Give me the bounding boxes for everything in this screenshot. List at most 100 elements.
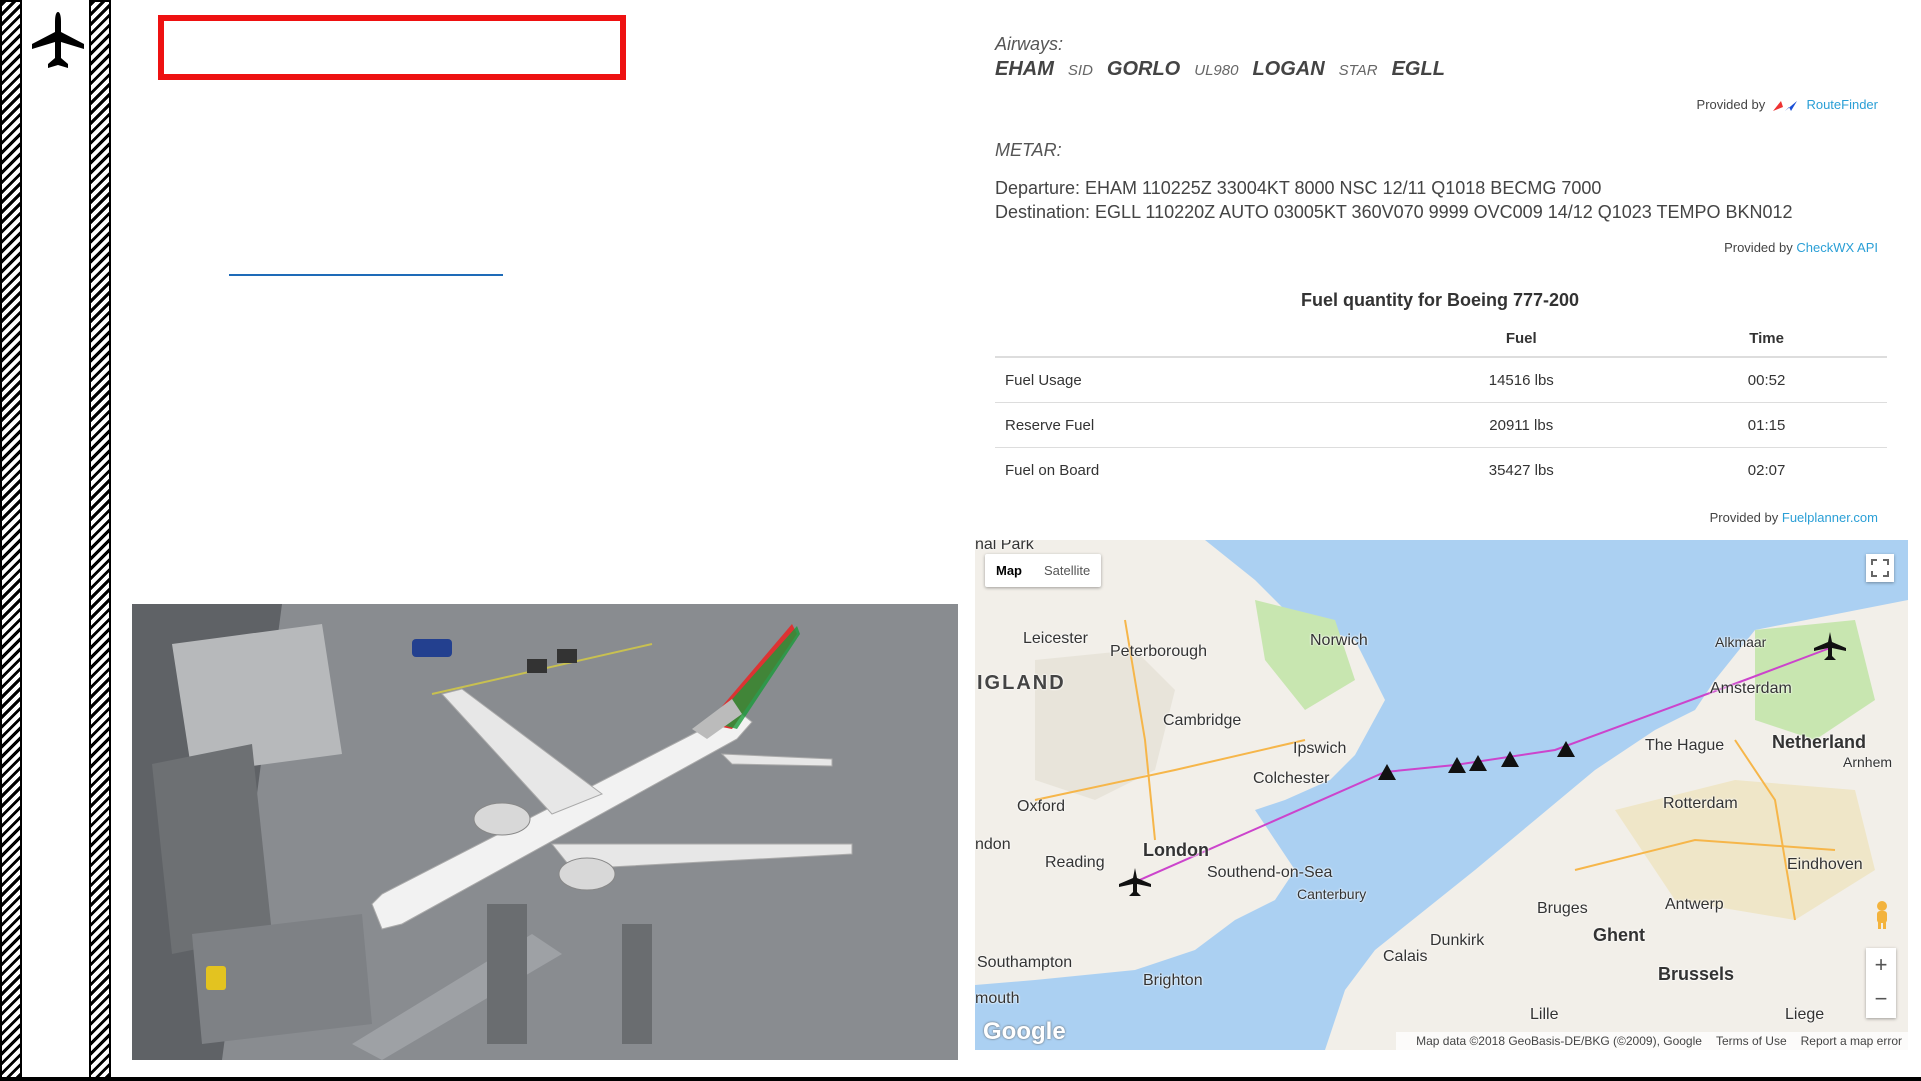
title-input-box[interactable] xyxy=(158,15,626,80)
zoom-control: + − xyxy=(1866,948,1896,1018)
map-city-label: Southampton xyxy=(977,954,1073,971)
fuelplanner-link[interactable]: Fuelplanner.com xyxy=(1782,510,1878,525)
metar-label: METAR: xyxy=(995,140,1062,160)
aircraft-icon[interactable] xyxy=(1814,632,1846,660)
fuel-row-time: 00:52 xyxy=(1646,357,1887,403)
map-city-label: Arnhem xyxy=(1843,754,1893,770)
map-city-label: London xyxy=(1143,840,1209,860)
fuel-table-header: Fuel Time xyxy=(995,320,1887,358)
flight-info-panel: Airways: EHAM SID GORLO UL980 LOGAN STAR EGLL … xyxy=(975,20,1908,540)
airplane-icon xyxy=(32,12,84,68)
map-terms-link[interactable]: Terms of Use xyxy=(1716,1034,1787,1048)
map-city-label: Leicester xyxy=(1023,630,1088,647)
map-city-label: Ghent xyxy=(1593,925,1645,945)
fuel-row-amount: 20911 lbs xyxy=(1396,402,1647,448)
map-attribution: Map data ©2018 GeoBasis-DE/BKG (©2009), … xyxy=(1416,1034,1702,1048)
map-city-label: Lille xyxy=(1530,1006,1559,1023)
right-hatched-border xyxy=(89,0,111,1081)
fullscreen-icon xyxy=(1871,559,1889,577)
airways-route: EHAM SID GORLO UL980 LOGAN STAR EGLL xyxy=(995,58,1459,81)
map-city-label: Bruges xyxy=(1537,900,1588,917)
routefinder-credit: Provided by RouteFinder xyxy=(1697,97,1878,113)
waypoint-triangle-icon[interactable] xyxy=(1448,757,1466,773)
metar-destination: Destination: EGLL 110220Z AUTO 03005KT 3… xyxy=(995,202,1793,222)
map-city-label: Amsterdam xyxy=(1710,680,1792,697)
table-row: Fuel on Board 35427 lbs 02:07 xyxy=(995,448,1887,493)
map-city-label: Alkmaar xyxy=(1715,634,1767,650)
map-city-label: Brighton xyxy=(1143,972,1203,989)
provided-by-text: Provided by xyxy=(1696,97,1766,112)
pegman-icon[interactable] xyxy=(1872,900,1892,930)
map-city-label: Ipswich xyxy=(1293,740,1347,757)
fuel-header-fuel: Fuel xyxy=(1396,320,1647,358)
provided-by-text: Provided by xyxy=(1724,240,1793,255)
fullscreen-button[interactable] xyxy=(1866,554,1894,582)
fuel-row-time: 01:15 xyxy=(1646,402,1887,448)
map-city-label: Canterbury xyxy=(1297,886,1367,902)
fuel-header-label xyxy=(995,320,1397,358)
map-city-label: Cambridge xyxy=(1163,712,1242,729)
map-city-label: ndon xyxy=(975,836,1011,853)
provided-by-text: Provided by xyxy=(1709,510,1779,525)
metar-departure: Departure: EHAM 110225Z 33004KT 8000 NSC… xyxy=(995,178,1602,198)
fuelplanner-credit: Provided by Fuelplanner.com xyxy=(1710,510,1878,525)
route-waypoint: EGLL xyxy=(1391,58,1445,80)
map-city-label: Colchester xyxy=(1253,770,1330,787)
map-city-label: mouth xyxy=(975,990,1020,1007)
aircraft-icon[interactable] xyxy=(1119,868,1151,896)
fuel-row-label: Fuel Usage xyxy=(995,357,1397,403)
map-city-label: Calais xyxy=(1383,948,1428,965)
aircraft-photo xyxy=(132,604,958,1060)
route-overlay xyxy=(1119,632,1846,896)
route-map[interactable]: nal Park Leicester Peterborough Norwich … xyxy=(975,540,1908,1050)
route-airway: STAR xyxy=(1338,62,1378,79)
waypoint-triangle-icon[interactable] xyxy=(1469,755,1487,771)
map-city-label: IGLAND xyxy=(977,672,1066,694)
table-row: Fuel Usage 14516 lbs 00:52 xyxy=(995,357,1887,403)
table-row: Reserve Fuel 20911 lbs 01:15 xyxy=(995,402,1887,448)
fuel-header-time: Time xyxy=(1646,320,1887,358)
routefinder-logo-icon xyxy=(1772,100,1797,111)
map-city-label: nal Park xyxy=(975,540,1034,553)
zoom-in-button[interactable]: + xyxy=(1866,948,1896,982)
routefinder-link[interactable]: RouteFinder xyxy=(1806,97,1878,112)
fuel-row-time: 02:07 xyxy=(1747,461,1786,479)
zoom-out-button[interactable]: − xyxy=(1866,982,1896,1016)
airways-label: Airways: xyxy=(995,34,1064,54)
aircraft-photo-drawing xyxy=(132,604,958,1060)
map-city-label: Antwerp xyxy=(1665,896,1724,913)
map-city-label: Oxford xyxy=(1017,798,1066,815)
route-waypoint: EHAM xyxy=(995,58,1054,80)
tab-map[interactable]: Map xyxy=(985,554,1033,587)
map-city-label: Dunkirk xyxy=(1430,932,1485,949)
fuel-table: Fuel Time Fuel Usage 14516 lbs 00:52 Res… xyxy=(995,320,1887,492)
map-type-tabs: Map Satellite xyxy=(985,554,1102,587)
fuel-row-amount: 14516 lbs xyxy=(1396,357,1647,403)
link-underline[interactable] xyxy=(229,274,503,276)
tab-satellite[interactable]: Satellite xyxy=(1033,554,1101,587)
route-waypoint: GORLO xyxy=(1106,58,1181,80)
route-waypoint: LOGAN xyxy=(1252,58,1325,80)
map-city-label: Southend-on-Sea xyxy=(1207,864,1333,881)
left-hatched-border xyxy=(0,0,22,1081)
waypoint-triangle-icon[interactable] xyxy=(1378,764,1396,780)
bottom-border xyxy=(0,1077,1921,1081)
route-airway: UL980 xyxy=(1194,62,1239,79)
map-city-label: Brussels xyxy=(1658,964,1735,984)
map-city-label: Reading xyxy=(1045,854,1105,871)
fuel-row-label: Fuel on Board xyxy=(1005,461,1100,479)
fuel-title: Fuel quantity for Boeing 777-200 xyxy=(1300,290,1580,310)
google-logo: Google xyxy=(983,1018,1066,1045)
map-city-label: Rotterdam xyxy=(1663,795,1738,812)
waypoint-triangle-icon[interactable] xyxy=(1501,751,1519,767)
map-city-label: Norwich xyxy=(1310,632,1368,649)
map-city-label: Peterborough xyxy=(1110,643,1207,660)
map-city-label: The Hague xyxy=(1645,737,1725,754)
checkwx-credit: Provided by CheckWX API xyxy=(1724,240,1878,255)
map-attribution-bar: Map data ©2018 GeoBasis-DE/BKG (©2009), … xyxy=(1396,1032,1908,1050)
waypoint-triangle-icon[interactable] xyxy=(1557,741,1575,757)
checkwx-link[interactable]: CheckWX API xyxy=(1796,240,1878,255)
map-city-label: Liege xyxy=(1785,1006,1825,1023)
fuel-row-label: Reserve Fuel xyxy=(995,402,1397,448)
map-report-link[interactable]: Report a map error xyxy=(1801,1034,1902,1048)
